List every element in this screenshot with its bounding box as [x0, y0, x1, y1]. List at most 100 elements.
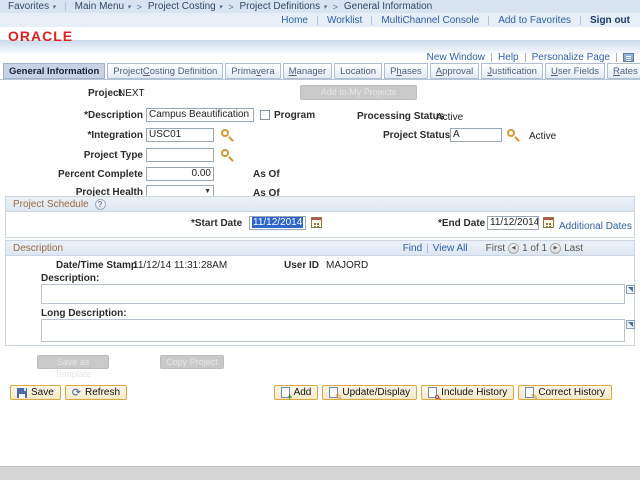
view-all-link[interactable]: View All — [433, 243, 468, 254]
project-status-lookup-icon[interactable] — [507, 129, 515, 137]
new-window-link[interactable]: New Window — [427, 52, 485, 63]
datetime-stamp-value: 11/12/14 11:31:28AM — [133, 260, 227, 271]
next-row-icon[interactable]: ▶ — [550, 243, 561, 254]
chevron-down-icon: ▾ — [52, 3, 56, 11]
tab-justification[interactable]: Justification — [481, 63, 543, 79]
tab-approval[interactable]: Approval — [430, 63, 480, 79]
chevron-down-icon: ▼ — [204, 188, 211, 195]
end-date-calendar-icon[interactable] — [543, 217, 554, 228]
first-link[interactable]: First — [486, 243, 505, 254]
favorites-menu[interactable]: Favorites▾ — [8, 1, 56, 12]
breadcrumb-separator: > — [137, 2, 142, 12]
start-date-input[interactable]: 11/12/2014 — [249, 216, 306, 230]
user-id-label: User ID — [284, 260, 319, 271]
tab-rates[interactable]: Rates — [607, 63, 640, 79]
home-link[interactable]: Home — [281, 15, 308, 26]
correct-history-icon: ✎ — [525, 387, 534, 398]
save-as-template-button[interactable]: Save as Template — [37, 355, 109, 369]
worklist-link[interactable]: Worklist — [327, 15, 362, 26]
include-history-label: Include History — [441, 387, 507, 398]
description-header: Description Find | View All First ◀ 1 of… — [6, 241, 634, 256]
additional-dates-link[interactable]: Additional Dates — [559, 221, 632, 232]
breadcrumb-separator: > — [228, 2, 233, 12]
window-list-icon[interactable] — [623, 53, 634, 62]
divider — [491, 53, 492, 62]
divider — [580, 16, 581, 25]
description-title: Description — [13, 243, 63, 254]
magnifier-icon — [435, 395, 439, 399]
divider — [65, 2, 66, 11]
project-schedule-title: Project Schedule — [13, 199, 89, 210]
percent-complete-label: Percent Complete — [20, 169, 143, 180]
main-menu[interactable]: Main Menu▾ — [75, 1, 131, 12]
favorites-label: Favorites — [8, 1, 49, 12]
breadcrumb-project-costing[interactable]: Project Costing▾ — [148, 1, 222, 12]
previous-row-icon[interactable]: ◀ — [508, 243, 519, 254]
tab-project-costing-definition[interactable]: Project Costing Definition — [107, 63, 223, 79]
description-textarea[interactable] — [41, 284, 625, 304]
last-link[interactable]: Last — [564, 243, 583, 254]
expand-long-description-icon[interactable] — [626, 320, 635, 329]
datetime-stamp-label: Date/Time Stamp — [56, 260, 137, 271]
project-status-input[interactable]: A — [450, 128, 502, 142]
tab-label: era — [261, 66, 275, 77]
breadcrumb-general-information: General Information — [344, 1, 432, 12]
long-description-textarea[interactable] — [41, 319, 625, 342]
processing-status-value: Active — [436, 112, 463, 123]
tab-label: General Information — [9, 66, 99, 77]
page-tabs: General Information Project Costing Defi… — [3, 63, 640, 79]
sign-out-link[interactable]: Sign out — [590, 15, 630, 26]
breadcrumb-project-definitions[interactable]: Project Definitions▾ — [239, 1, 326, 12]
expand-description-icon[interactable] — [626, 285, 635, 294]
tab-primavera[interactable]: Primavera — [225, 63, 280, 79]
tab-label: Project — [113, 66, 143, 77]
divider — [371, 16, 372, 25]
add-to-favorites-link[interactable]: Add to Favorites — [498, 15, 571, 26]
tab-user-fields[interactable]: User Fields — [545, 63, 605, 79]
start-date-calendar-icon[interactable] — [311, 217, 322, 228]
percent-complete-input[interactable]: 0.00 — [146, 167, 214, 181]
divider: | — [426, 243, 429, 254]
update-display-button[interactable]: ✎Update/Display — [322, 385, 417, 400]
divider — [488, 16, 489, 25]
program-label: Program — [274, 110, 315, 121]
end-date-input[interactable]: 11/12/2014 — [487, 216, 539, 230]
integration-input[interactable]: USC01 — [146, 128, 214, 142]
chevron-down-icon: ▾ — [219, 3, 223, 11]
project-type-lookup-icon[interactable] — [221, 149, 229, 157]
help-icon[interactable]: ? — [95, 199, 106, 210]
multichannel-console-link[interactable]: MultiChannel Console — [381, 15, 479, 26]
footer-toolbar-left: Save ⟳Refresh — [10, 385, 127, 400]
description-input[interactable]: Campus Beautification — [146, 108, 254, 122]
find-link[interactable]: Find — [403, 243, 422, 254]
tab-label: osting Definition — [150, 66, 218, 77]
header-links: Home Worklist MultiChannel Console Add t… — [0, 13, 640, 27]
find-bar: Find | View All First ◀ 1 of 1 ▶ Last — [403, 243, 583, 254]
refresh-label: Refresh — [85, 387, 120, 398]
tab-label: ates — [620, 66, 638, 77]
correct-history-button[interactable]: ✎Correct History — [518, 385, 612, 400]
tab-accesskey: M — [289, 66, 297, 77]
save-button[interactable]: Save — [10, 385, 61, 400]
tab-location[interactable]: Location — [334, 63, 382, 79]
include-history-button[interactable]: Include History — [421, 385, 514, 400]
refresh-button[interactable]: ⟳Refresh — [65, 385, 127, 400]
project-type-input[interactable] — [146, 148, 214, 162]
program-checkbox[interactable] — [260, 110, 270, 120]
add-to-my-projects-button[interactable]: Add to My Projects — [300, 85, 417, 100]
oracle-logo: ORACLE — [8, 28, 73, 44]
breadcrumb-label: General Information — [344, 1, 432, 12]
help-link[interactable]: Help — [498, 52, 519, 63]
tab-manager[interactable]: Manager — [283, 63, 333, 79]
add-label: Add — [294, 387, 312, 398]
include-history-icon — [428, 387, 437, 398]
tab-label: ser Fields — [558, 66, 599, 77]
pencil-icon: ✎ — [531, 393, 539, 402]
personalize-page-link[interactable]: Personalize Page — [532, 52, 610, 63]
tab-phases[interactable]: Phases — [384, 63, 428, 79]
integration-lookup-icon[interactable] — [221, 129, 229, 137]
tab-general-information[interactable]: General Information — [3, 63, 105, 79]
add-button[interactable]: +Add — [274, 385, 319, 400]
tab-accesskey: R — [613, 66, 620, 77]
copy-project-button[interactable]: Copy Project — [160, 355, 224, 369]
